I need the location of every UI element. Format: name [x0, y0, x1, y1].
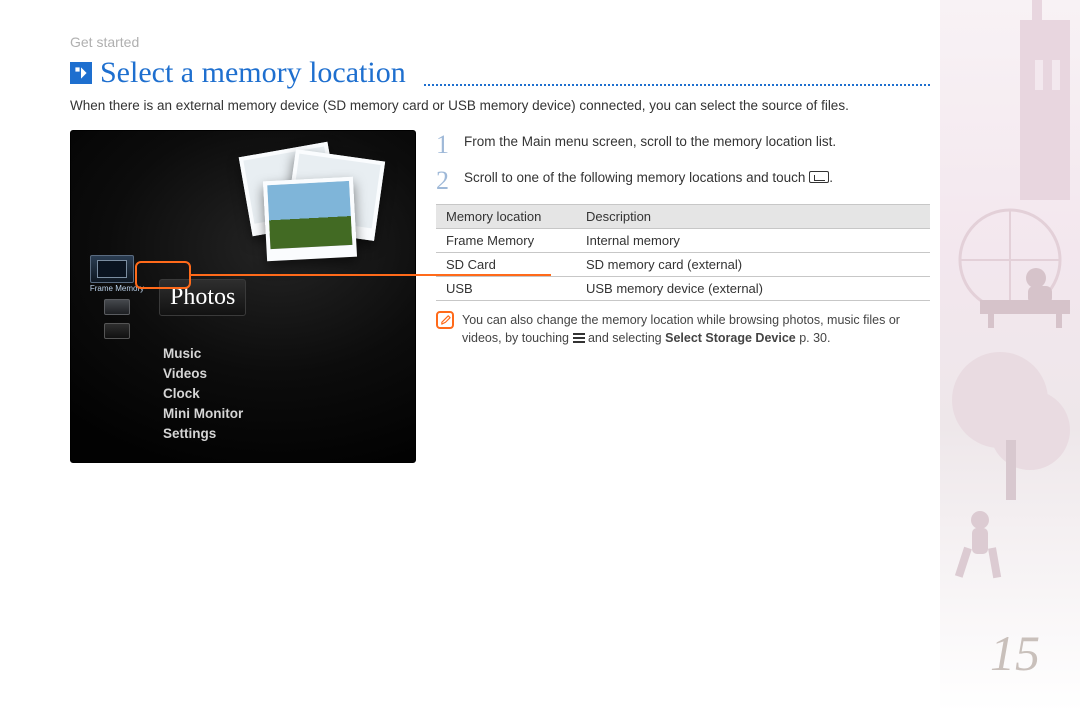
section-header: Select a memory location	[70, 56, 930, 90]
title-divider	[424, 76, 930, 86]
table-cell: SD memory card (external)	[576, 252, 930, 276]
photos-thumbnail-stack	[235, 149, 395, 259]
note-text-mid: and selecting	[585, 331, 666, 345]
table-cell: SD Card	[436, 252, 576, 276]
arrow-right-icon	[70, 62, 92, 84]
note-icon	[436, 311, 454, 329]
note-text: You can also change the memory location …	[462, 311, 930, 349]
usb-icon	[104, 323, 130, 339]
menu-item: Videos	[163, 366, 403, 381]
table-cell: USB	[436, 276, 576, 300]
intro-text: When there is an external memory device …	[70, 96, 930, 116]
callout-line	[191, 274, 551, 276]
menu-item: Settings	[163, 426, 403, 441]
step-text: Scroll to one of the following memory lo…	[464, 168, 833, 194]
step-text-pre: Scroll to one of the following memory lo…	[464, 170, 809, 185]
menu-item: Clock	[163, 386, 403, 401]
step-number: 1	[436, 132, 454, 158]
table-header: Memory location	[436, 204, 576, 228]
step-number: 2	[436, 168, 454, 194]
step-2: 2 Scroll to one of the following memory …	[436, 168, 930, 194]
menu-button-icon	[573, 333, 585, 343]
table-cell: Internal memory	[576, 228, 930, 252]
table-row: USB USB memory device (external)	[436, 276, 930, 300]
menu-item: Music	[163, 346, 403, 361]
page-number: 15	[990, 624, 1040, 682]
memory-location-thumbnails: Frame Memory	[87, 255, 147, 341]
table-cell: Frame Memory	[436, 228, 576, 252]
frame-memory-label: Frame Memory	[90, 284, 144, 293]
step-text-post: .	[829, 170, 833, 185]
table-row: Frame Memory Internal memory	[436, 228, 930, 252]
table-row: SD Card SD memory card (external)	[436, 252, 930, 276]
menu-active-label: Photos	[170, 284, 235, 310]
table-header-row: Memory location Description	[436, 204, 930, 228]
note-text-post: p. 30.	[796, 331, 831, 345]
device-screenshot: Frame Memory Photos Music Videos Clock M…	[70, 130, 416, 463]
note-box: You can also change the memory location …	[436, 311, 930, 349]
section-title: Select a memory location	[100, 56, 406, 90]
step-1: 1 From the Main menu screen, scroll to t…	[436, 132, 930, 158]
breadcrumb: Get started	[70, 34, 930, 50]
menu-active-item: Photos	[159, 279, 246, 316]
enter-button-icon	[809, 171, 829, 183]
memory-location-table: Memory location Description Frame Memory…	[436, 204, 930, 301]
menu-item: Mini Monitor	[163, 406, 403, 421]
table-cell: USB memory device (external)	[576, 276, 930, 300]
frame-memory-icon	[90, 255, 134, 283]
sd-card-icon	[104, 299, 130, 315]
note-text-bold: Select Storage Device	[665, 331, 796, 345]
table-header: Description	[576, 204, 930, 228]
step-text: From the Main menu screen, scroll to the…	[464, 132, 836, 158]
